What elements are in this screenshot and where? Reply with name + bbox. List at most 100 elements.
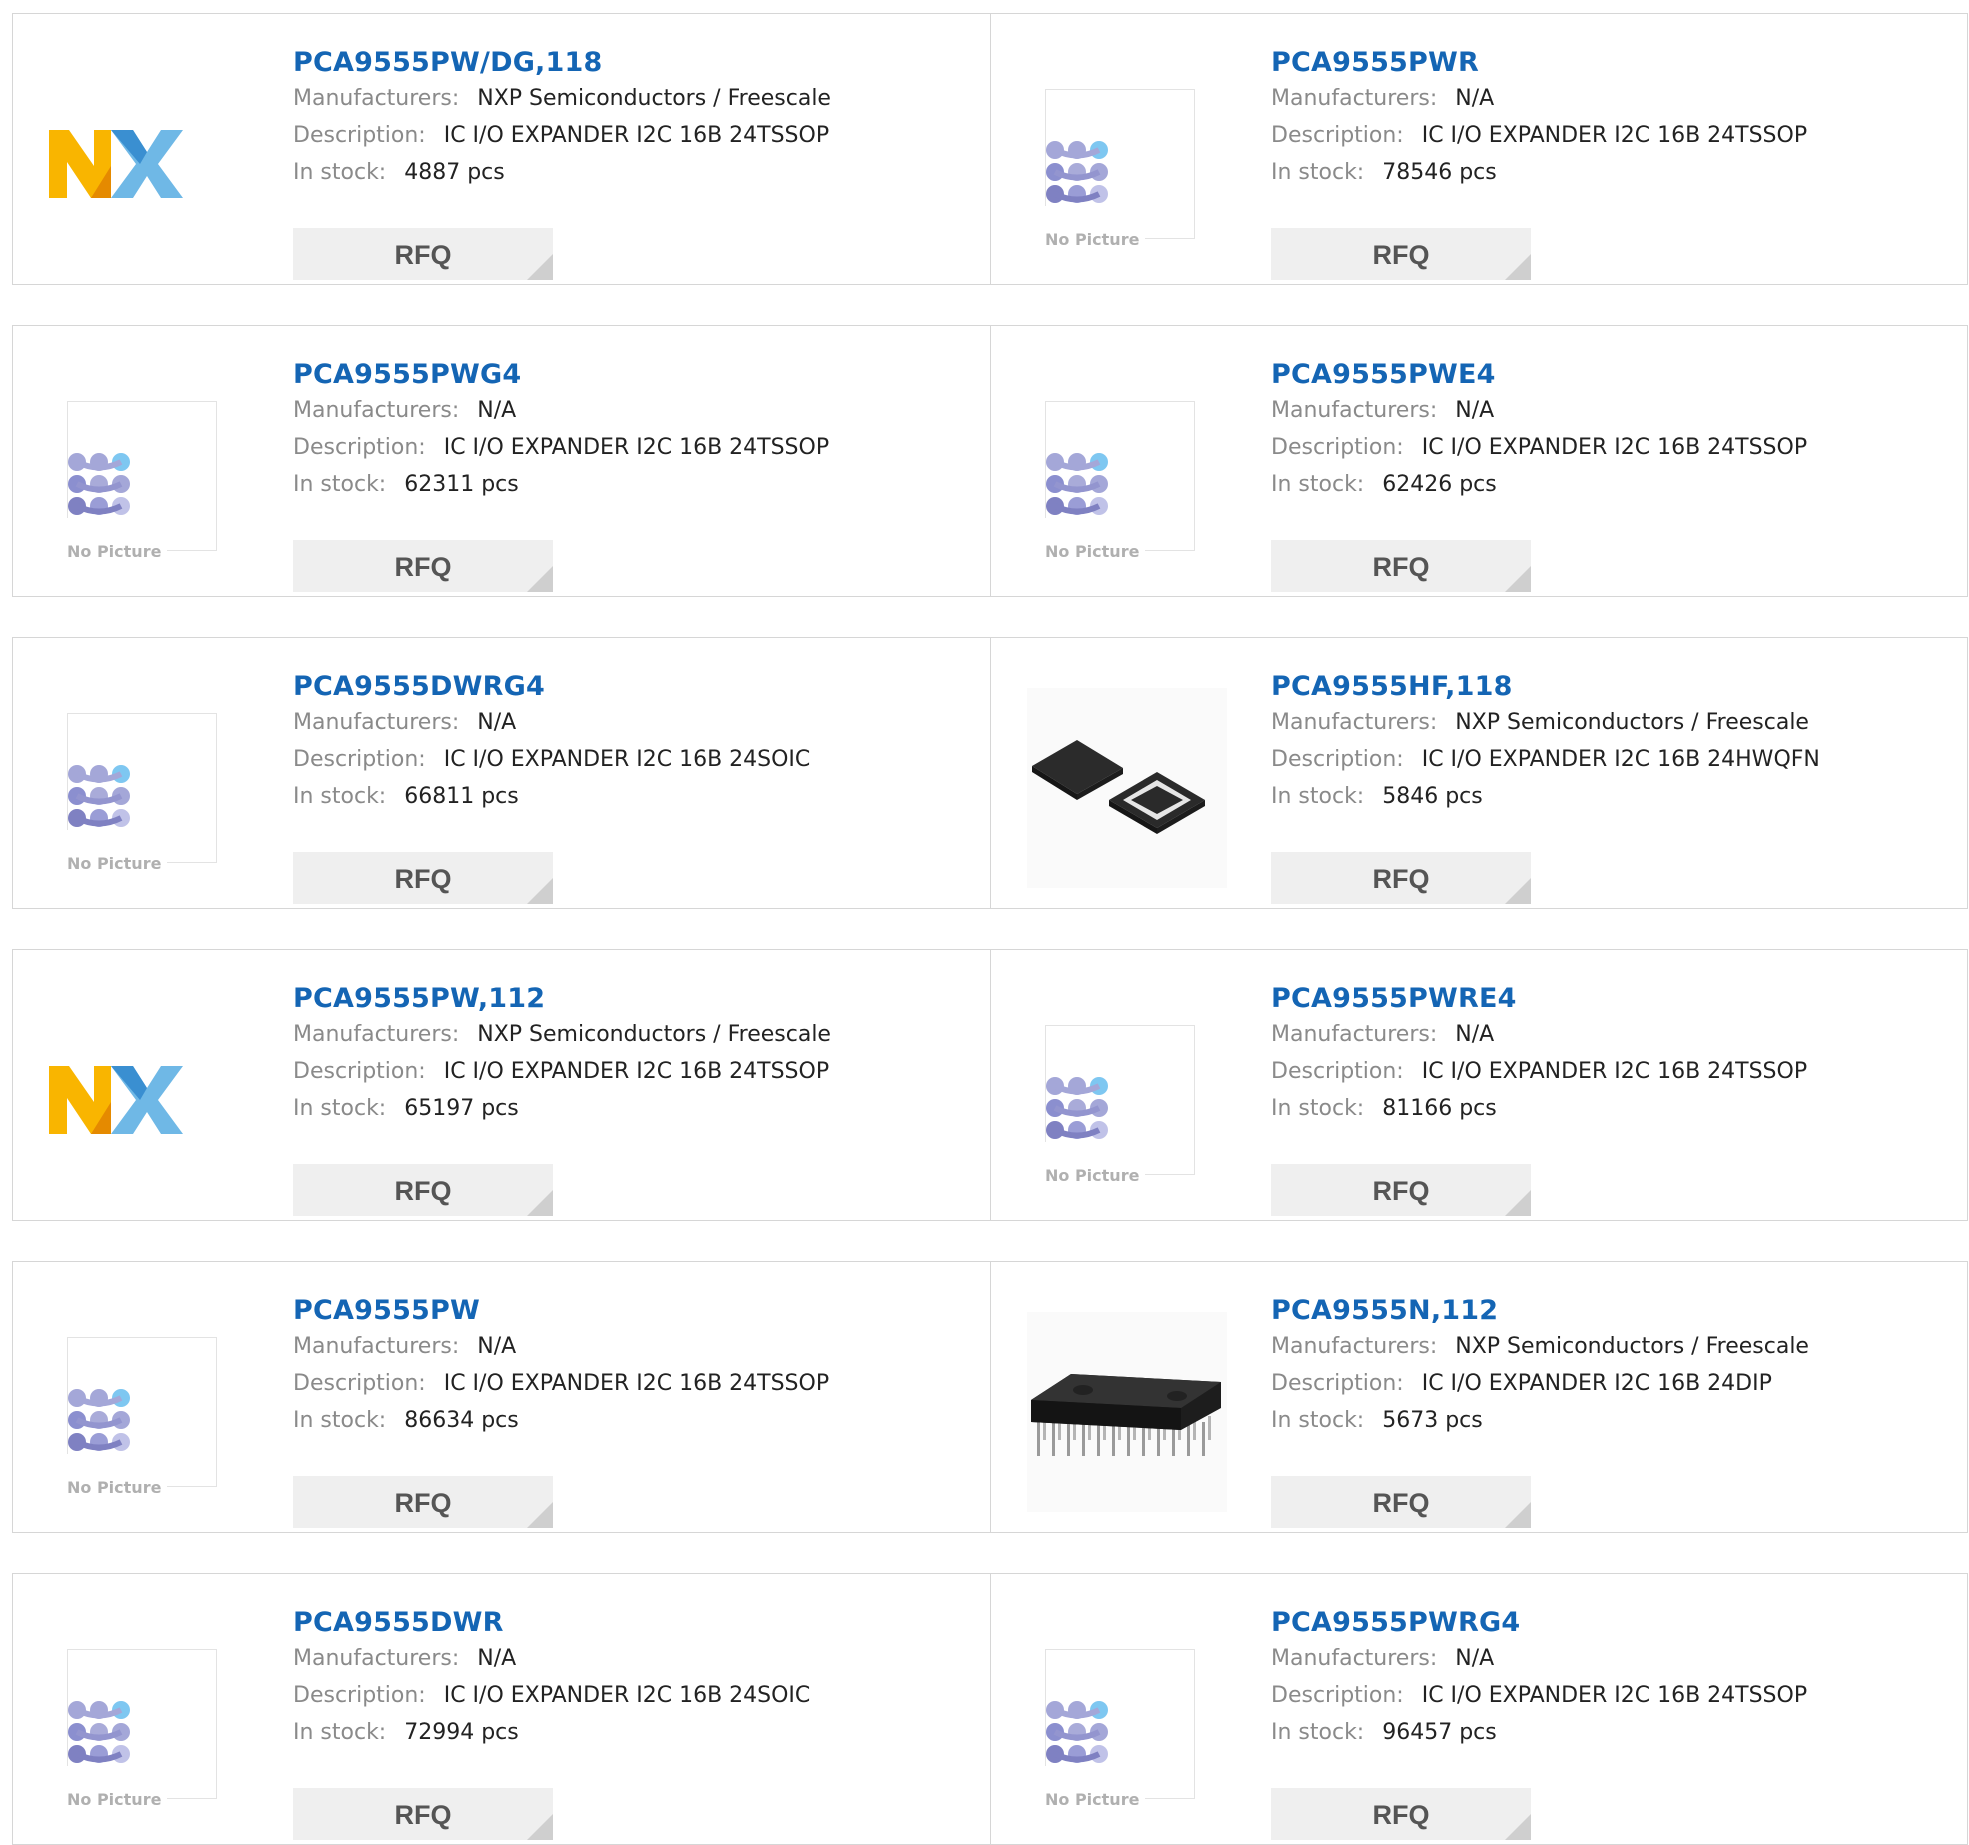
product-thumbnail[interactable]: No Picture xyxy=(1027,376,1227,576)
description-value: IC I/O EXPANDER I2C 16B 24TSSOP xyxy=(1421,1059,1808,1084)
product-row: No Picture PCA9555DWR Manufacturers: N/A … xyxy=(12,1573,1968,1845)
no-picture-icon xyxy=(68,765,130,827)
rfq-button[interactable]: RFQ xyxy=(293,540,553,592)
product-thumbnail[interactable] xyxy=(1027,688,1227,888)
manufacturer-value: N/A xyxy=(477,1646,517,1671)
no-picture-icon xyxy=(68,1389,130,1451)
no-picture-placeholder: No Picture xyxy=(67,1337,217,1497)
product-card: PCA9555HF,118 Manufacturers: NXP Semicond… xyxy=(990,638,1967,908)
product-info: PCA9555N,112 Manufacturers: NXP Semicondu… xyxy=(1271,1294,1957,1528)
description-line: Description: IC I/O EXPANDER I2C 16B 24TS… xyxy=(293,117,980,154)
rfq-corner-decoration xyxy=(1505,1814,1531,1840)
product-part-number-link[interactable]: PCA9555PWG4 xyxy=(293,358,980,392)
product-part-number-link[interactable]: PCA9555DWRG4 xyxy=(293,670,980,704)
product-part-number-link[interactable]: PCA9555PWRE4 xyxy=(1271,982,1957,1016)
rfq-button[interactable]: RFQ xyxy=(293,228,553,280)
rfq-button[interactable]: RFQ xyxy=(1271,1164,1531,1216)
product-thumbnail[interactable]: No Picture xyxy=(49,1624,249,1824)
product-thumbnail[interactable]: No Picture xyxy=(1027,1624,1227,1824)
rfq-button[interactable]: RFQ xyxy=(293,1476,553,1528)
no-picture-placeholder: No Picture xyxy=(67,1649,217,1809)
product-part-number-link[interactable]: PCA9555PW xyxy=(293,1294,980,1328)
description-line: Description: IC I/O EXPANDER I2C 16B 24DI… xyxy=(1271,1365,1957,1402)
rfq-corner-decoration xyxy=(527,1502,553,1528)
stock-label: In stock: xyxy=(293,472,387,497)
product-thumbnail[interactable]: No Picture xyxy=(1027,64,1227,264)
rfq-corner-decoration xyxy=(527,1814,553,1840)
product-thumbnail[interactable]: No Picture xyxy=(49,688,249,888)
manufacturer-line: Manufacturers: N/A xyxy=(293,704,980,741)
product-part-number-link[interactable]: PCA9555PW,112 xyxy=(293,982,980,1016)
product-thumbnail[interactable] xyxy=(1027,1312,1227,1512)
rfq-label: RFQ xyxy=(1372,1800,1430,1830)
manufacturer-value: NXP Semiconductors / Freescale xyxy=(477,86,831,111)
manufacturer-label: Manufacturers: xyxy=(293,1646,460,1671)
manufacturer-line: Manufacturers: N/A xyxy=(293,1328,980,1365)
manufacturer-label: Manufacturers: xyxy=(293,710,460,735)
product-thumbnail[interactable] xyxy=(49,1000,249,1200)
product-part-number-link[interactable]: PCA9555N,112 xyxy=(1271,1294,1957,1328)
product-part-number-link[interactable]: PCA9555PWR xyxy=(1271,46,1957,80)
product-part-number-link[interactable]: PCA9555PW/DG,118 xyxy=(293,46,980,80)
stock-value: 62426 pcs xyxy=(1382,472,1497,497)
rfq-label: RFQ xyxy=(1372,864,1430,894)
stock-value: 65197 pcs xyxy=(404,1096,519,1121)
stock-line: In stock: 62426 pcs xyxy=(1271,466,1957,503)
description-value: IC I/O EXPANDER I2C 16B 24TSSOP xyxy=(443,435,830,460)
product-card: No Picture PCA9555DWR Manufacturers: N/A … xyxy=(13,1574,990,1844)
product-thumbnail[interactable]: No Picture xyxy=(49,1312,249,1512)
rfq-label: RFQ xyxy=(394,1488,452,1518)
product-row: PCA9555PW,112 Manufacturers: NXP Semicond… xyxy=(12,949,1968,1221)
description-label: Description: xyxy=(1271,1059,1404,1084)
product-part-number-link[interactable]: PCA9555PWRG4 xyxy=(1271,1606,1957,1640)
no-picture-placeholder: No Picture xyxy=(67,713,217,873)
product-part-number-link[interactable]: PCA9555HF,118 xyxy=(1271,670,1957,704)
manufacturer-value: N/A xyxy=(1455,398,1495,423)
manufacturer-value: N/A xyxy=(477,1334,517,1359)
no-picture-icon xyxy=(1046,141,1108,203)
product-info: PCA9555DWRG4 Manufacturers: N/A Descripti… xyxy=(293,670,980,904)
rfq-button[interactable]: RFQ xyxy=(1271,852,1531,904)
rfq-corner-decoration xyxy=(527,566,553,592)
product-thumbnail[interactable]: No Picture xyxy=(1027,1000,1227,1200)
rfq-button[interactable]: RFQ xyxy=(293,852,553,904)
stock-value: 72994 pcs xyxy=(404,1720,519,1745)
rfq-button[interactable]: RFQ xyxy=(1271,1476,1531,1528)
product-thumbnail[interactable] xyxy=(49,64,249,264)
stock-label: In stock: xyxy=(1271,784,1365,809)
manufacturer-line: Manufacturers: NXP Semiconductors / Frees… xyxy=(1271,704,1957,741)
manufacturer-line: Manufacturers: N/A xyxy=(293,392,980,429)
no-picture-icon xyxy=(1046,1701,1108,1763)
product-card: No Picture PCA9555PWG4 Manufacturers: N/A… xyxy=(13,326,990,596)
rfq-corner-decoration xyxy=(527,1190,553,1216)
description-line: Description: IC I/O EXPANDER I2C 16B 24SO… xyxy=(293,741,980,778)
product-thumbnail[interactable]: No Picture xyxy=(49,376,249,576)
rfq-button[interactable]: RFQ xyxy=(1271,228,1531,280)
rfq-button[interactable]: RFQ xyxy=(293,1788,553,1840)
manufacturer-label: Manufacturers: xyxy=(1271,710,1438,735)
description-label: Description: xyxy=(293,1059,426,1084)
rfq-label: RFQ xyxy=(394,240,452,270)
manufacturer-value: NXP Semiconductors / Freescale xyxy=(1455,1334,1809,1359)
product-info: PCA9555HF,118 Manufacturers: NXP Semicond… xyxy=(1271,670,1957,904)
description-label: Description: xyxy=(293,1371,426,1396)
manufacturer-line: Manufacturers: NXP Semiconductors / Frees… xyxy=(1271,1328,1957,1365)
no-picture-placeholder: No Picture xyxy=(1045,401,1195,561)
description-line: Description: IC I/O EXPANDER I2C 16B 24TS… xyxy=(1271,1677,1957,1714)
description-label: Description: xyxy=(293,123,426,148)
stock-value: 4887 pcs xyxy=(404,160,505,185)
product-info: PCA9555PWR Manufacturers: N/A Description… xyxy=(1271,46,1957,280)
no-picture-caption: No Picture xyxy=(67,1478,168,1497)
rfq-button[interactable]: RFQ xyxy=(1271,1788,1531,1840)
product-row: No Picture PCA9555PW Manufacturers: N/A D… xyxy=(12,1261,1968,1533)
rfq-button[interactable]: RFQ xyxy=(293,1164,553,1216)
description-label: Description: xyxy=(1271,1371,1404,1396)
product-part-number-link[interactable]: PCA9555DWR xyxy=(293,1606,980,1640)
rfq-corner-decoration xyxy=(527,878,553,904)
description-line: Description: IC I/O EXPANDER I2C 16B 24SO… xyxy=(293,1677,980,1714)
manufacturer-label: Manufacturers: xyxy=(1271,86,1438,111)
description-value: IC I/O EXPANDER I2C 16B 24TSSOP xyxy=(1421,1683,1808,1708)
rfq-corner-decoration xyxy=(1505,1190,1531,1216)
product-part-number-link[interactable]: PCA9555PWE4 xyxy=(1271,358,1957,392)
rfq-button[interactable]: RFQ xyxy=(1271,540,1531,592)
